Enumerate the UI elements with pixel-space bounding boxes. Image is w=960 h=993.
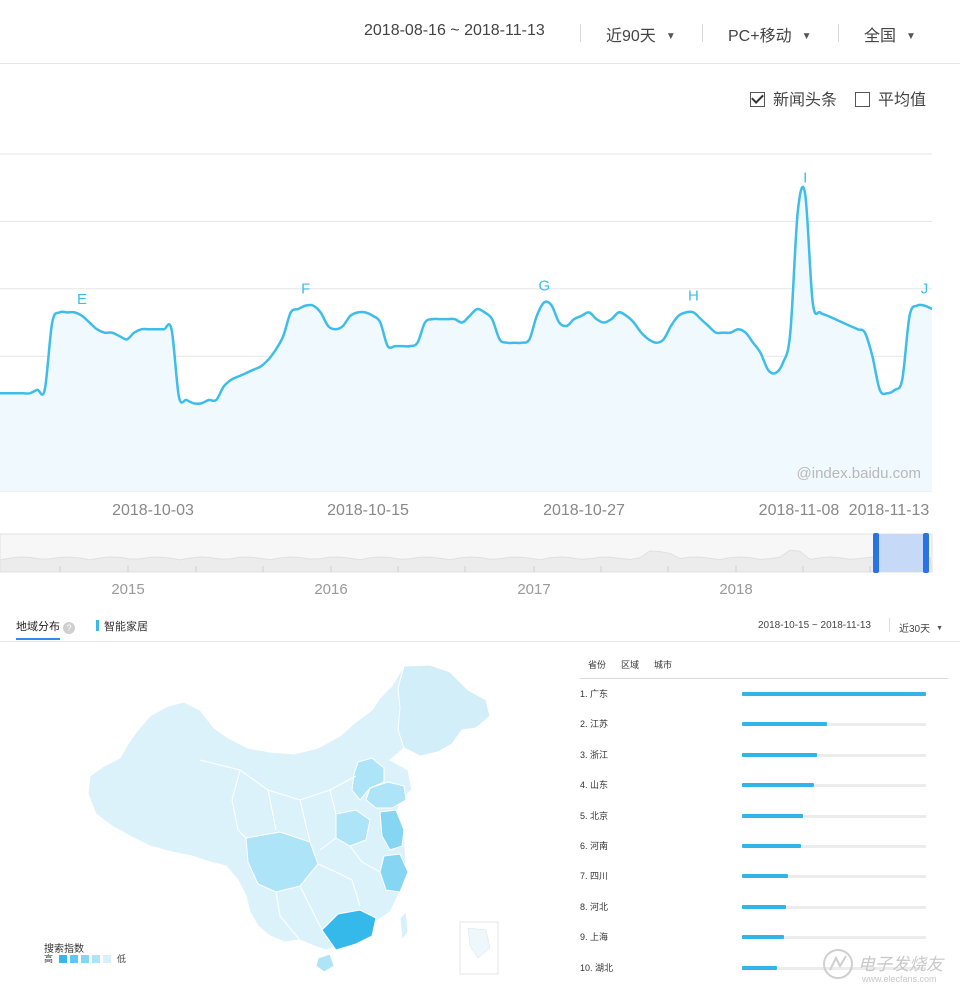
ranking-row[interactable]: 1. 广东 bbox=[580, 684, 940, 704]
ranking-bar-track bbox=[742, 692, 926, 696]
ranking-label: 6. 河南 bbox=[580, 841, 609, 851]
region-period-dropdown[interactable]: 近30天 ▼ bbox=[899, 620, 943, 635]
tab-area[interactable]: 区域 bbox=[621, 660, 639, 670]
ranking-divider bbox=[580, 678, 948, 679]
ranking-label: 10. 湖北 bbox=[580, 962, 614, 973]
ranking-bar bbox=[742, 965, 777, 970]
ranking-row[interactable]: 2. 江苏 bbox=[580, 714, 940, 734]
map-legend-high: 高 bbox=[44, 954, 54, 964]
ranking-label: 9. 上海 bbox=[580, 932, 609, 943]
map-legend: 高 低 bbox=[44, 952, 126, 965]
ranking-row[interactable]: 5. 北京 bbox=[580, 806, 940, 826]
ranking-bar-track bbox=[742, 813, 926, 818]
overview-handle-left[interactable] bbox=[873, 533, 879, 573]
legend-swatch bbox=[102, 955, 111, 963]
ranking-label: 5. 北京 bbox=[580, 810, 609, 821]
x-tick-label: 2018-11-08 bbox=[759, 502, 840, 519]
annotation-h[interactable]: H bbox=[688, 287, 699, 304]
map-northeast[interactable] bbox=[397, 664, 491, 757]
caret-down-icon: ▼ bbox=[936, 625, 944, 632]
ranking-bar bbox=[742, 752, 818, 757]
region-date-range[interactable]: 2018-10-15 ~ 2018-11-13 bbox=[758, 620, 871, 631]
chart-watermark: @index.baidu.com bbox=[797, 465, 921, 482]
ranking-row[interactable]: 7. 四川 bbox=[580, 866, 940, 886]
legend-swatch bbox=[80, 955, 89, 963]
ranking-bar-track bbox=[742, 783, 926, 788]
watermark-url: www.elecfans.com bbox=[862, 974, 937, 984]
china-map bbox=[87, 664, 499, 975]
ranking-row[interactable]: 8. 河北 bbox=[580, 897, 940, 917]
ranking-bar bbox=[742, 783, 814, 788]
map-legend-low: 低 bbox=[117, 954, 127, 964]
ranking-label: 3. 浙江 bbox=[580, 749, 609, 760]
ranking-bar-track bbox=[742, 874, 926, 879]
ranking-bar-track bbox=[742, 722, 926, 727]
ranking-bar bbox=[742, 874, 788, 879]
annotation-j[interactable]: J bbox=[921, 281, 929, 298]
overview-selection[interactable] bbox=[876, 534, 927, 572]
ranking-label: 1. 广东 bbox=[580, 689, 609, 699]
map-region-hainan[interactable] bbox=[315, 953, 335, 973]
ranking-row[interactable]: 6. 河南 bbox=[580, 836, 940, 856]
divider bbox=[889, 618, 890, 632]
legend-swatch bbox=[91, 955, 100, 963]
legend-swatch bbox=[69, 955, 78, 963]
overview-handle-right[interactable] bbox=[923, 533, 929, 573]
map-region-taiwan[interactable] bbox=[399, 910, 409, 942]
ranking-bar bbox=[742, 813, 803, 818]
ranking-label: 4. 山东 bbox=[580, 780, 609, 791]
ranking-bar bbox=[742, 904, 787, 909]
tab-province[interactable]: 省份 bbox=[588, 660, 606, 670]
x-tick-label: 2018-11-13 bbox=[849, 502, 930, 519]
ranking-bar bbox=[742, 935, 785, 940]
ranking-label: 7. 四川 bbox=[580, 871, 609, 882]
overview-year-label: 2018 bbox=[719, 581, 752, 598]
ranking-bar-track bbox=[742, 935, 926, 940]
ranking-bar bbox=[742, 844, 801, 848]
ranking-label: 2. 江苏 bbox=[580, 719, 609, 730]
ranking-row[interactable]: 3. 浙江 bbox=[580, 745, 940, 765]
ranking-bar-track bbox=[742, 752, 926, 757]
legend-swatch bbox=[58, 955, 67, 963]
ranking-bar-track bbox=[742, 904, 926, 909]
annotation-i[interactable]: I bbox=[803, 169, 807, 186]
ranking-bar bbox=[742, 722, 827, 727]
region-period-label: 近30天 bbox=[899, 624, 931, 635]
watermark-title: 电子发烧友 bbox=[858, 955, 943, 974]
ranking-row[interactable]: 4. 山东 bbox=[580, 775, 940, 795]
ranking-bar bbox=[742, 692, 926, 696]
tab-city[interactable]: 城市 bbox=[654, 660, 672, 670]
ranking-label: 8. 河北 bbox=[580, 901, 609, 912]
ranking-bar-track bbox=[742, 844, 926, 848]
ranking-tabs: 省份 区域 城市 bbox=[588, 658, 687, 671]
